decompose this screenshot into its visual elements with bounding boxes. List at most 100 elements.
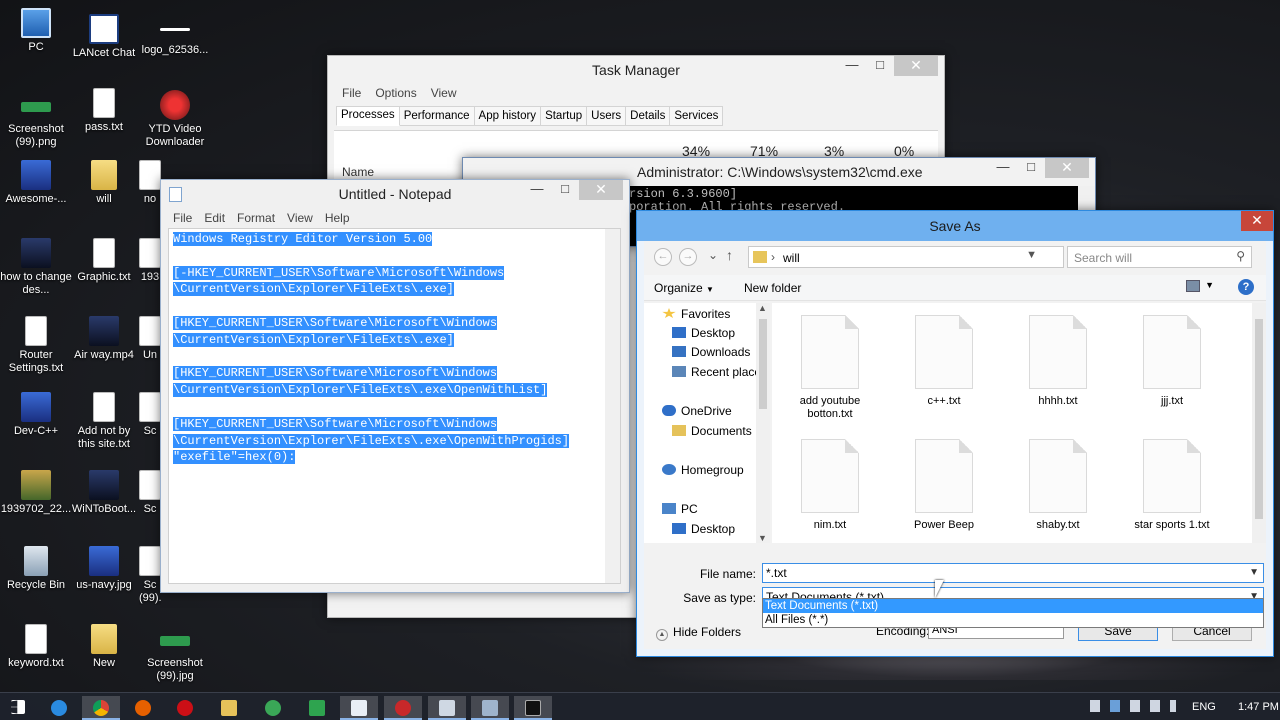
new-folder-button[interactable]: New folder — [744, 281, 801, 295]
minimize-button[interactable]: — — [838, 56, 866, 76]
file-item[interactable]: nim.txt — [780, 439, 880, 532]
taskbar-explorer[interactable] — [210, 696, 248, 720]
network-icon[interactable] — [1110, 700, 1120, 712]
search-icon[interactable]: ⚲ — [1236, 249, 1245, 263]
phone-icon[interactable] — [1090, 700, 1100, 712]
taskbar-cmd[interactable] — [514, 696, 552, 720]
close-button[interactable]: ✕ — [579, 180, 623, 200]
tab-processes[interactable]: Processes — [336, 106, 400, 126]
taskbar-app-window[interactable] — [428, 696, 466, 720]
back-button[interactable]: ← — [654, 248, 672, 266]
file-item[interactable]: star sports 1.txt — [1122, 439, 1222, 532]
tree-item-pc-desktop[interactable]: Desktop — [672, 520, 735, 538]
desktop-icon-1939702[interactable]: 1939702_22... — [0, 470, 72, 516]
desktop-icon-how-to[interactable]: how to change des... — [0, 238, 72, 297]
scroll-down-icon[interactable]: ▼ — [758, 533, 767, 543]
desktop-icon-partial-sc2[interactable]: Sc — [139, 470, 161, 516]
navigation-scrollbar[interactable]: ▲ ▼ — [756, 303, 770, 543]
desktop-icon-partial-no[interactable]: no — [139, 160, 161, 206]
desktop-icon-lancet[interactable]: LANcet Chat — [68, 14, 140, 60]
address-path[interactable]: will — [783, 251, 800, 265]
tab-services[interactable]: Services — [670, 106, 724, 126]
tab-app-history[interactable]: App history — [474, 106, 542, 126]
volume-icon[interactable] — [1170, 700, 1176, 712]
desktop-icon-will[interactable]: will — [68, 160, 140, 206]
hide-folders-button[interactable]: ▲ Hide Folders — [656, 625, 741, 641]
desktop-icon-partial-sc1[interactable]: Sc — [139, 392, 161, 438]
desktop-icon-partial-193[interactable]: 193 — [139, 238, 161, 284]
taskbar-chrome[interactable] — [82, 696, 120, 720]
help-icon[interactable]: ? — [1238, 279, 1254, 295]
close-button[interactable]: ✕ — [1045, 158, 1089, 178]
column-name[interactable]: Name — [342, 165, 374, 179]
tab-details[interactable]: Details — [626, 106, 671, 126]
tree-item-desktop[interactable]: Desktop — [672, 324, 735, 342]
menu-edit[interactable]: Edit — [204, 211, 225, 225]
desktop-icon-logo[interactable]: logo_62536... — [139, 14, 211, 57]
file-item[interactable]: add youtube botton.txt — [780, 315, 880, 421]
desktop-icon-add-not[interactable]: Add not by this site.txt — [68, 392, 140, 451]
menu-file[interactable]: File — [173, 211, 192, 225]
view-options-icon[interactable] — [1186, 280, 1200, 292]
battery-icon[interactable] — [1130, 700, 1140, 712]
desktop-icon-partial-un[interactable]: Un — [139, 316, 161, 362]
editor-content[interactable]: Windows Registry Editor Version 5.00 [-H… — [173, 231, 604, 466]
close-button[interactable]: ✕ — [894, 56, 938, 76]
clock[interactable]: 1:47 PM — [1238, 701, 1279, 713]
minimize-button[interactable]: — — [989, 158, 1017, 178]
tab-users[interactable]: Users — [587, 106, 627, 126]
taskbar-opera[interactable] — [166, 696, 204, 720]
taskbar-firefox[interactable] — [124, 696, 162, 720]
vertical-scrollbar[interactable] — [605, 229, 620, 583]
title-bar[interactable]: Task Manager — □ ✕ — [328, 56, 944, 84]
menu-file[interactable]: File — [342, 86, 361, 100]
file-list-scrollbar[interactable] — [1252, 303, 1266, 543]
dropdown-option-text-documents[interactable]: Text Documents (*.txt) — [763, 599, 1263, 613]
close-button[interactable]: ✕ — [1241, 211, 1273, 231]
taskbar-ytd[interactable] — [384, 696, 422, 720]
tree-item-onedrive[interactable]: OneDrive — [662, 402, 732, 420]
chevron-down-icon[interactable]: ▼ — [1026, 249, 1037, 261]
up-arrow-icon[interactable]: ↑ — [726, 247, 733, 263]
desktop-icon-graphic[interactable]: Graphic.txt — [68, 238, 140, 284]
taskbar-ie[interactable] — [40, 696, 78, 720]
flag-icon[interactable] — [1150, 700, 1160, 712]
menu-help[interactable]: Help — [325, 211, 350, 225]
file-item[interactable]: jjj.txt — [1122, 315, 1222, 408]
tree-item-favorites[interactable]: Favorites — [662, 305, 730, 323]
desktop-icon-screenshot-jpg[interactable]: Screenshot (99).jpg — [139, 624, 211, 683]
tab-performance[interactable]: Performance — [399, 106, 475, 126]
desktop-icon-router[interactable]: Router Settings.txt — [0, 316, 72, 375]
title-bar[interactable]: Untitled - Notepad — □ ✕ — [161, 180, 629, 208]
file-name-input[interactable]: *.txt ▼ — [762, 563, 1264, 583]
language-indicator[interactable]: ENG — [1192, 701, 1216, 713]
desktop-icon-devcpp[interactable]: Dev-C++ — [0, 392, 72, 438]
desktop-icon-screenshot-png[interactable]: Screenshot (99).png — [0, 90, 72, 149]
taskbar-app-green[interactable] — [254, 696, 292, 720]
menu-options[interactable]: Options — [375, 86, 416, 100]
desktop-icon-airway[interactable]: Air way.mp4 — [68, 316, 140, 362]
organize-button[interactable]: Organize ▼ — [654, 281, 714, 295]
scroll-up-icon[interactable]: ▲ — [758, 303, 767, 313]
file-item[interactable]: Power Beep — [894, 439, 994, 532]
file-item[interactable]: hhhh.txt — [1008, 315, 1108, 408]
chevron-right-icon[interactable]: › — [771, 250, 775, 264]
desktop-icon-partial-sc3[interactable]: Sc (99).png — [139, 546, 161, 605]
file-item[interactable]: shaby.txt — [1008, 439, 1108, 532]
tree-item-documents[interactable]: Documents — [672, 422, 752, 440]
file-item[interactable]: c++.txt — [894, 315, 994, 408]
tree-item-pc[interactable]: PC — [662, 500, 698, 518]
desktop-icon-ytd[interactable]: YTD Video Downloader — [139, 90, 211, 149]
dropdown-option-all-files[interactable]: All Files (*.*) — [763, 613, 1263, 627]
desktop-icon-awesome[interactable]: Awesome-... — [0, 160, 72, 206]
maximize-button[interactable]: □ — [866, 56, 894, 76]
desktop-icon-wintoboot[interactable]: WiNToBoot... — [68, 470, 140, 516]
address-bar[interactable]: › will ▼ ↻ — [748, 246, 1085, 268]
tree-item-downloads[interactable]: Downloads — [672, 343, 750, 361]
tree-item-homegroup[interactable]: Homegroup — [662, 461, 744, 479]
taskbar-store[interactable] — [298, 696, 336, 720]
taskbar-notepad[interactable] — [340, 696, 378, 720]
menu-view[interactable]: View — [287, 211, 313, 225]
text-editor[interactable]: Windows Registry Editor Version 5.00 [-H… — [168, 228, 621, 584]
desktop-icon-keyword[interactable]: keyword.txt — [0, 624, 72, 670]
